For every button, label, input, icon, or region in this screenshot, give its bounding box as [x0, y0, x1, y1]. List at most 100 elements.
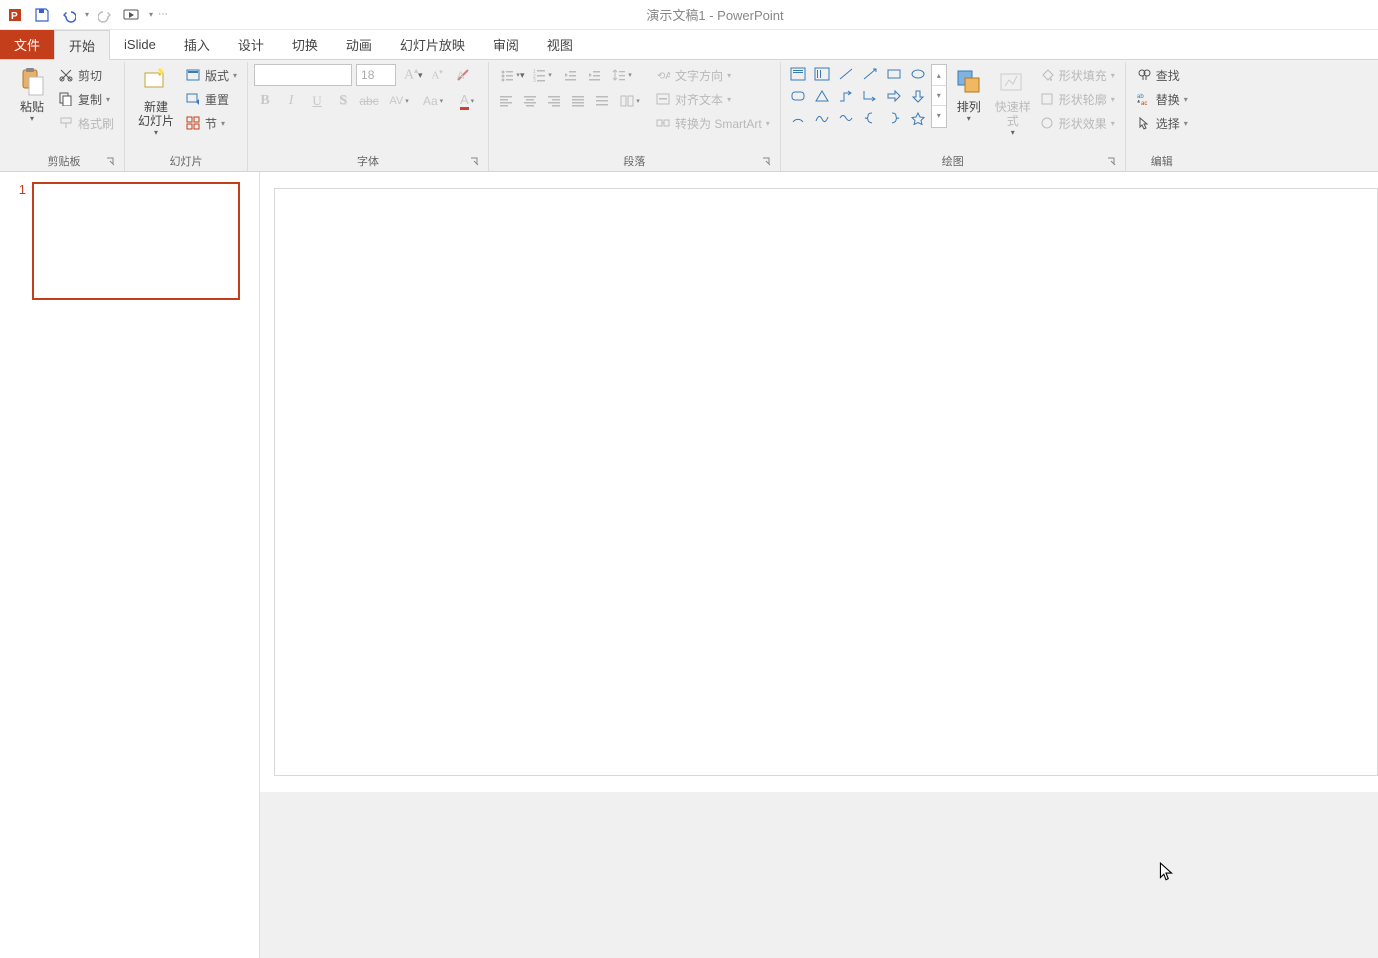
convert-smartart-button[interactable]: 转换为 SmartArt ▾ [651, 112, 774, 134]
justify-button[interactable] [567, 90, 589, 112]
tab-transitions[interactable]: 切换 [278, 30, 332, 59]
tab-review[interactable]: 审阅 [479, 30, 533, 59]
grow-font-button[interactable]: A▴ [400, 64, 422, 86]
shape-textbox[interactable] [787, 64, 809, 84]
find-button[interactable]: 查找 [1132, 64, 1192, 86]
shape-fill-button[interactable]: 形状填充 ▾ [1035, 64, 1119, 86]
shape-left-brace[interactable] [859, 108, 881, 128]
slide-canvas[interactable] [274, 188, 1378, 776]
shape-right-arrow-conn[interactable] [835, 86, 857, 106]
group-clipboard: 粘贴 ▾ 剪切 复制 ▾ 格式刷 剪贴板 [4, 62, 125, 171]
align-text-button[interactable]: 对齐文本 ▾ [651, 88, 774, 110]
shape-rounded-rect[interactable] [787, 86, 809, 106]
change-case-button[interactable]: Aa▾ [418, 90, 448, 112]
replace-button[interactable]: abac 替换 ▾ [1132, 88, 1192, 110]
reset-button[interactable]: 重置 [181, 88, 241, 110]
shape-star[interactable] [907, 108, 929, 128]
slide-number: 1 [14, 182, 26, 300]
tab-insert[interactable]: 插入 [170, 30, 224, 59]
shape-arrow-line[interactable] [859, 64, 881, 84]
shape-arc[interactable] [787, 108, 809, 128]
strikethrough-button[interactable]: abc [358, 90, 380, 112]
qat-customize[interactable]: ⋯ [158, 3, 168, 27]
tab-file[interactable]: 文件 [0, 30, 54, 59]
tab-home[interactable]: 开始 [54, 30, 110, 60]
font-name-combo[interactable]: ▾ [254, 64, 352, 86]
paste-button[interactable]: 粘贴 ▾ [10, 64, 54, 123]
undo-button[interactable] [56, 3, 80, 27]
tab-islide[interactable]: iSlide [110, 30, 170, 59]
clipboard-dialog-launcher[interactable] [106, 157, 118, 169]
mouse-cursor-icon [1159, 862, 1173, 882]
cut-label: 剪切 [78, 67, 102, 84]
columns-button[interactable]: ▾ [615, 90, 645, 112]
shape-elbow-arrow[interactable] [859, 86, 881, 106]
quick-styles-button[interactable]: 快速样式 ▾ [991, 64, 1035, 137]
shape-line[interactable] [835, 64, 857, 84]
font-color-button[interactable]: A▾ [452, 90, 482, 112]
clear-formatting-button[interactable]: A [452, 64, 474, 86]
paragraph-dialog-launcher[interactable] [762, 157, 774, 169]
slide-thumbnail-panel[interactable]: 1 [0, 172, 260, 958]
bold-button[interactable]: B [254, 90, 276, 112]
numbering-button[interactable]: 123▾ [527, 64, 557, 86]
qat-dropdown[interactable]: ▾ [146, 3, 156, 27]
format-painter-button[interactable]: 格式刷 [54, 112, 118, 134]
undo-dropdown[interactable]: ▾ [82, 3, 92, 27]
shape-rectangle[interactable] [883, 64, 905, 84]
distribute-button[interactable] [591, 90, 613, 112]
shape-right-arrow[interactable] [883, 86, 905, 106]
align-right-button[interactable] [543, 90, 565, 112]
slide-thumbnail[interactable] [32, 182, 240, 300]
shapes-gallery[interactable]: ▴ ▾ ▾ [787, 64, 947, 128]
font-dialog-launcher[interactable] [470, 157, 482, 169]
copy-button[interactable]: 复制 ▾ [54, 88, 118, 110]
section-button[interactable]: 节 ▾ [181, 112, 241, 134]
align-left-button[interactable] [495, 90, 517, 112]
gallery-more-icon[interactable]: ▾ [932, 105, 946, 125]
line-spacing-button[interactable]: ▾ [607, 64, 637, 86]
shape-vertical-textbox[interactable] [811, 64, 833, 84]
font-size-combo[interactable]: ▾ [356, 64, 396, 86]
shape-curve[interactable] [811, 108, 833, 128]
tab-view[interactable]: 视图 [533, 30, 587, 59]
slide-thumbnail-1[interactable]: 1 [14, 182, 245, 300]
shape-wave[interactable] [835, 108, 857, 128]
select-button[interactable]: 选择 ▾ [1132, 112, 1192, 134]
redo-button[interactable] [94, 3, 118, 27]
new-slide-button[interactable]: 新建 幻灯片 ▾ [131, 64, 181, 137]
underline-button[interactable]: U [306, 90, 328, 112]
tab-animations[interactable]: 动画 [332, 30, 386, 59]
text-direction-button[interactable]: ⟲A 文字方向 ▾ [651, 64, 774, 86]
text-direction-icon: ⟲A [655, 67, 671, 83]
bullets-button[interactable]: ▾ [495, 64, 525, 86]
find-icon [1136, 67, 1152, 83]
gallery-down-icon[interactable]: ▾ [932, 85, 946, 105]
copy-label: 复制 [78, 91, 102, 108]
cut-button[interactable]: 剪切 [54, 64, 118, 86]
shape-outline-button[interactable]: 形状轮廓 ▾ [1035, 88, 1119, 110]
shape-oval[interactable] [907, 64, 929, 84]
shadow-button[interactable]: S [332, 90, 354, 112]
decrease-indent-button[interactable] [559, 64, 581, 86]
align-center-button[interactable] [519, 90, 541, 112]
save-button[interactable] [30, 3, 54, 27]
tab-design[interactable]: 设计 [224, 30, 278, 59]
shrink-font-button[interactable]: A▾ [426, 64, 448, 86]
start-from-beginning-button[interactable] [120, 3, 144, 27]
editing-group-label: 编辑 [1151, 156, 1173, 168]
layout-button[interactable]: 版式 ▾ [181, 64, 241, 86]
arrange-button[interactable]: 排列 ▾ [947, 64, 991, 123]
char-spacing-button[interactable]: AV▾ [384, 90, 414, 112]
shape-down-arrow[interactable] [907, 86, 929, 106]
italic-button[interactable]: I [280, 90, 302, 112]
increase-indent-button[interactable] [583, 64, 605, 86]
shape-effects-button[interactable]: 形状效果 ▾ [1035, 112, 1119, 134]
svg-text:A: A [457, 70, 465, 82]
drawing-dialog-launcher[interactable] [1107, 157, 1119, 169]
gallery-up-icon[interactable]: ▴ [932, 65, 946, 85]
workspace: 1 [0, 172, 1378, 958]
shape-right-brace[interactable] [883, 108, 905, 128]
tab-slideshow[interactable]: 幻灯片放映 [386, 30, 479, 59]
shape-triangle[interactable] [811, 86, 833, 106]
